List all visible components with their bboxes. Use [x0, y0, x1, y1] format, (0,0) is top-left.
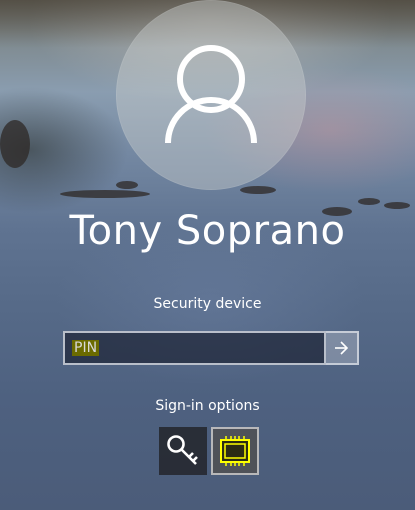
submit-button[interactable] [326, 331, 359, 365]
pin-input[interactable]: PIN [63, 331, 326, 365]
user-avatar [116, 0, 306, 190]
rock [0, 120, 30, 168]
rock [358, 198, 380, 205]
signin-method-label: Security device [153, 296, 262, 312]
key-icon [167, 435, 198, 465]
password-option-button[interactable] [159, 427, 207, 475]
signin-options-label: Sign-in options [155, 398, 260, 414]
security-device-option-button[interactable] [211, 427, 259, 475]
chip-icon [220, 436, 250, 466]
pin-placeholder: PIN [72, 340, 100, 356]
user-silhouette-icon [165, 45, 257, 144]
user-name: Tony Soprano [69, 208, 346, 254]
rock [60, 190, 150, 198]
arrow-right-icon [335, 341, 348, 355]
